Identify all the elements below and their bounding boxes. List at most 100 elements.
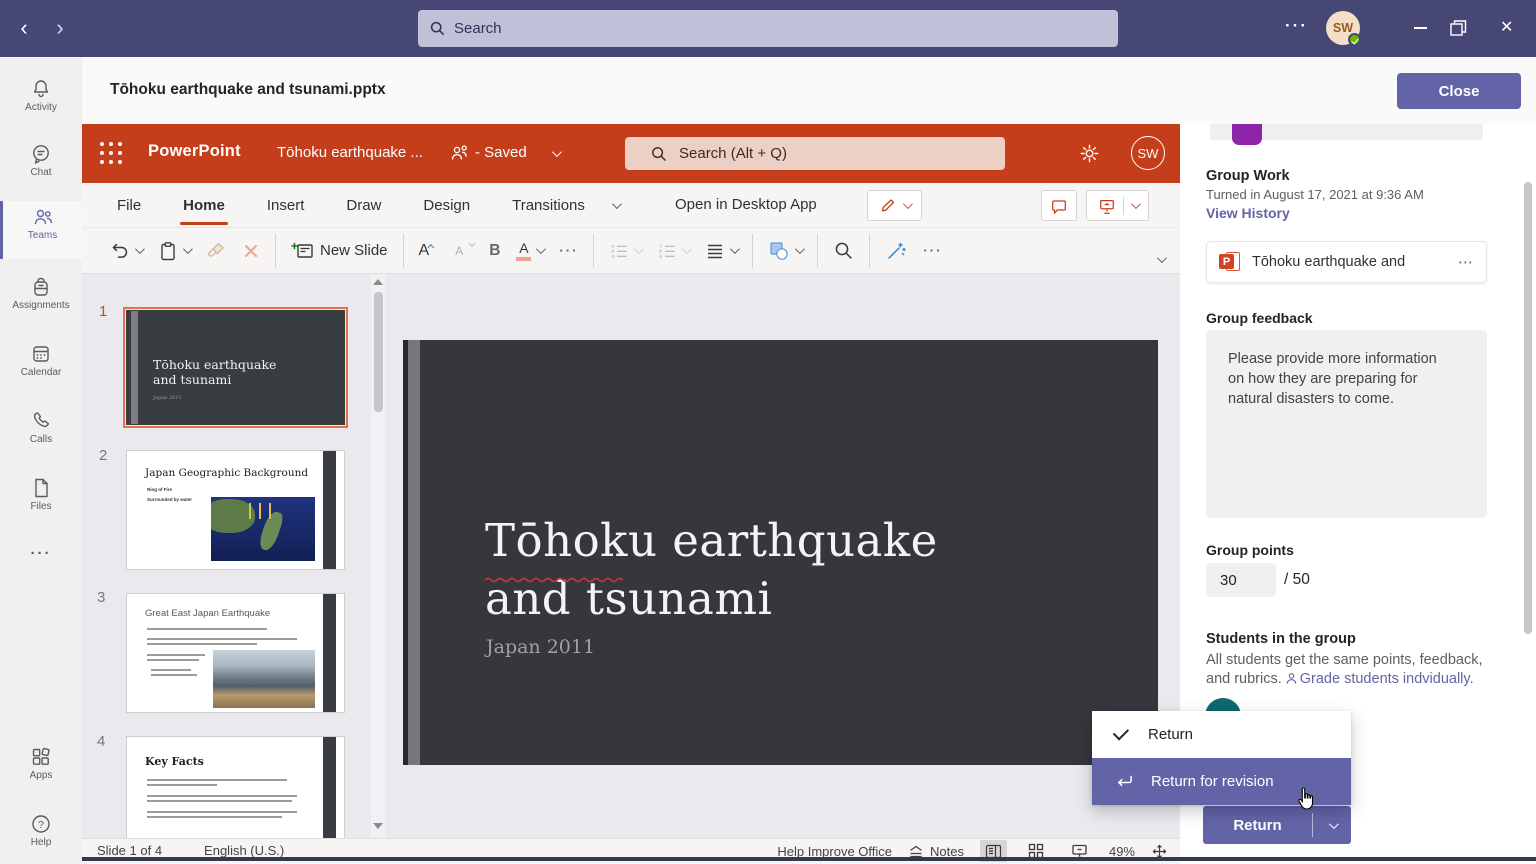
sidebar-item-assignments[interactable]: Assignments [0, 271, 82, 329]
sidebar-item-teams[interactable]: Teams [0, 201, 82, 259]
new-slide-label: New Slide [320, 242, 388, 259]
present-button[interactable] [1086, 190, 1149, 221]
new-slide-button[interactable]: New Slide [283, 233, 396, 269]
close-window-icon[interactable]: ✕ [1500, 17, 1513, 37]
sidebar-item-activity[interactable]: Activity [0, 73, 82, 131]
tab-insert[interactable]: Insert [246, 183, 326, 228]
apps-icon [32, 747, 50, 765]
comment-icon [1052, 199, 1066, 214]
undo-button[interactable] [102, 233, 150, 269]
new-slide-icon [291, 242, 313, 258]
view-history-link[interactable]: View History [1206, 205, 1290, 221]
comments-button[interactable] [1041, 190, 1077, 221]
scrollbar-thumb[interactable] [374, 292, 383, 412]
file-more-options-icon[interactable]: ⋯ [1458, 253, 1474, 271]
numbered-list-button[interactable] [649, 233, 697, 269]
minimize-icon[interactable] [1414, 27, 1427, 29]
grow-font-button[interactable]: A [411, 233, 448, 269]
slide-thumbnail-4[interactable]: Key Facts [126, 736, 345, 838]
chevron-down-icon [730, 244, 741, 255]
designer-button[interactable] [877, 233, 915, 269]
editor-content: 1 Tōhoku earthquake and tsunami Japan 20… [82, 274, 1180, 838]
slide-thumbnail-3[interactable]: Great East Japan Earthquake [126, 593, 345, 713]
sidebar-item-label: Apps [29, 770, 53, 781]
menu-item-return[interactable]: Return [1092, 711, 1351, 758]
close-button[interactable]: Close [1397, 73, 1521, 109]
students-group-label: Students in the group [1206, 631, 1356, 647]
slide-canvas[interactable]: Tōhoku earthquake and tsunami Japan 2011 [403, 340, 1158, 765]
chevron-down-icon [1130, 199, 1141, 210]
sidebar-item-files[interactable]: Files [0, 472, 82, 530]
slide-thumbnail-1[interactable]: Tōhoku earthquake and tsunami Japan 2011 [123, 307, 348, 428]
thumbnail-scrollbar[interactable] [371, 274, 386, 838]
tab-draw[interactable]: Draw [325, 183, 402, 228]
delete-button[interactable] [234, 233, 268, 269]
return-options-chevron[interactable] [1313, 818, 1351, 829]
sidebar-item-calls[interactable]: Calls [0, 405, 82, 463]
text-line-placeholder [147, 659, 199, 661]
points-input[interactable] [1206, 563, 1276, 597]
powerpoint-logo-text[interactable]: PowerPoint [148, 142, 241, 161]
turned-in-status: Turned in August 17, 2021 at 9:36 AM [1206, 187, 1424, 202]
align-icon [708, 244, 723, 258]
scroll-up-icon[interactable] [373, 279, 383, 285]
powerpoint-search-input[interactable]: Search (Alt + Q) [625, 137, 1005, 170]
format-painter-button[interactable] [198, 233, 234, 269]
text-line-placeholder [147, 784, 217, 786]
slide-title[interactable]: Tōhoku earthquake and tsunami [485, 512, 938, 628]
magnifier-icon [836, 242, 853, 259]
gear-icon[interactable] [1078, 142, 1101, 165]
slide-thumbnail-2[interactable]: Japan Geographic Background Ring of Fire… [126, 450, 345, 570]
shapes-button[interactable] [760, 233, 810, 269]
chevron-down-icon [134, 244, 145, 255]
more-commands-button[interactable]: ··· [915, 233, 950, 269]
bold-button[interactable]: B [481, 233, 508, 269]
back-arrow-icon[interactable]: ‹ [12, 14, 36, 42]
restore-window-icon[interactable] [1449, 19, 1467, 37]
grade-individually-link[interactable]: Grade students indvidually. [1300, 671, 1474, 687]
thumbnail-title: Tōhoku earthquake and tsunami [153, 357, 277, 387]
slide-accent-strip [408, 340, 420, 765]
slide-subtitle[interactable]: Japan 2011 [486, 636, 595, 658]
open-in-desktop-button[interactable]: Open in Desktop App [675, 196, 817, 213]
scroll-down-icon[interactable] [373, 823, 383, 829]
text-line-placeholder [147, 628, 267, 630]
editing-mode-button[interactable] [867, 190, 922, 221]
find-button[interactable] [825, 233, 862, 269]
bullet-list-button[interactable] [601, 233, 649, 269]
powerpoint-avatar[interactable]: SW [1131, 136, 1165, 170]
sidebar-item-help[interactable]: ? Help [0, 808, 82, 864]
format-painter-icon [208, 242, 224, 257]
app-launcher-icon[interactable] [100, 142, 123, 165]
chevron-down-icon [795, 244, 806, 255]
shrink-font-button[interactable]: A [447, 233, 481, 269]
tab-transitions[interactable]: Transitions [491, 183, 606, 228]
feedback-textarea[interactable]: Please provide more information on how t… [1206, 330, 1487, 518]
document-name[interactable]: Tōhoku earthquake ... [277, 144, 423, 161]
text-line-placeholder [147, 795, 297, 797]
more-font-options-button[interactable]: ··· [551, 233, 586, 269]
attached-file-chip[interactable]: P Tōhoku earthquake and ⋯ [1206, 241, 1487, 283]
return-button[interactable]: Return [1203, 806, 1351, 844]
teams-search-input[interactable]: Search [418, 10, 1118, 47]
font-color-swatch [516, 256, 532, 261]
sidebar-item-chat[interactable]: Chat [0, 138, 82, 196]
powerpoint-header: PowerPoint Tōhoku earthquake ... - Saved… [82, 124, 1180, 183]
panel-scrollbar[interactable] [1524, 182, 1532, 634]
sidebar-item-more[interactable]: ··· [0, 545, 82, 575]
tab-design[interactable]: Design [402, 183, 491, 228]
paste-button[interactable] [150, 233, 198, 269]
tab-file[interactable]: File [96, 183, 162, 228]
font-color-button[interactable]: A [508, 233, 551, 269]
assignment-title: Group Work [1206, 168, 1290, 184]
more-options-icon[interactable]: ··· [1285, 16, 1308, 36]
sidebar-item-apps[interactable]: Apps [0, 741, 82, 799]
tab-home[interactable]: Home [162, 183, 246, 228]
more-tabs-chevron-icon[interactable] [611, 199, 622, 210]
forward-arrow-icon[interactable]: › [48, 14, 72, 42]
language-selector[interactable]: English (U.S.) [204, 843, 284, 858]
align-button[interactable] [697, 233, 745, 269]
sidebar-item-calendar[interactable]: Calendar [0, 338, 82, 396]
chevron-down-icon[interactable] [551, 147, 562, 158]
sidebar-item-label: Assignments [12, 300, 70, 311]
